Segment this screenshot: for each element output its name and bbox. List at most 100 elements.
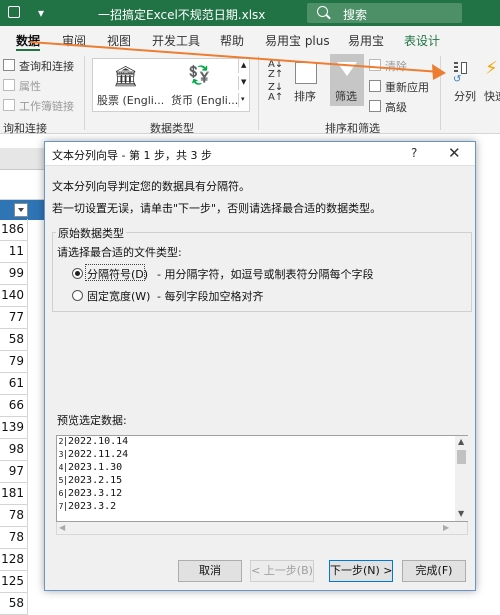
- scroll-left-icon[interactable]: ◀: [59, 523, 65, 532]
- advanced-button[interactable]: 高级: [385, 99, 407, 115]
- filter-icon: [337, 62, 357, 76]
- sheet-cell[interactable]: 66: [0, 395, 28, 417]
- group-label-datatypes: 数据类型: [150, 122, 194, 135]
- stocks-icon: 🏛: [113, 64, 139, 88]
- sheet-cell[interactable]: 77: [0, 307, 28, 329]
- search-box[interactable]: 搜索: [307, 3, 462, 23]
- filter-button[interactable]: 筛选: [335, 88, 357, 104]
- preview-line: 7 2023.3.2: [58, 501, 117, 512]
- sort-za-icon[interactable]: Z↓ A↑: [268, 83, 283, 103]
- cancel-button[interactable]: 取消: [178, 560, 242, 582]
- preview-line: 2 2022.10.14: [58, 436, 129, 447]
- autosave-icon[interactable]: [8, 6, 20, 18]
- gallery-up-icon[interactable]: ▲: [238, 59, 250, 73]
- search-icon: [317, 6, 328, 17]
- reapply-icon: [369, 80, 381, 92]
- dialog-title-bar: 文本分列向导 - 第 1 步，共 3 步 ? ✕: [45, 142, 475, 166]
- instruction-text: 若一切设置无误，请单击"下一步"，否则请选择最合适的数据类型。: [52, 202, 382, 215]
- label-fixed-width[interactable]: 固定宽度(W): [87, 288, 150, 304]
- sheet-column-header: [0, 148, 44, 170]
- sheet-cell[interactable]: 97: [0, 461, 28, 483]
- desc-fixed-width: - 每列字段加空格对齐: [157, 290, 264, 303]
- gallery-down-icon[interactable]: ▼: [238, 76, 250, 90]
- sort-az-icon[interactable]: A↓ Z↑: [268, 60, 283, 80]
- currency-button[interactable]: 货币 (Engli...: [171, 92, 238, 108]
- preview-label: 预览选定数据:: [57, 414, 127, 427]
- text-to-columns-button[interactable]: 分列: [454, 88, 476, 104]
- sheet-cell[interactable]: 128: [0, 549, 28, 571]
- sheet-cell[interactable]: 58: [0, 593, 28, 615]
- sheet-cell[interactable]: 79: [0, 351, 28, 373]
- window-title: 一招搞定Excel不规范日期.xlsx: [98, 8, 266, 22]
- desc-delimited: - 用分隔字符，如逗号或制表符分隔每个字段: [157, 268, 374, 281]
- sheet-cell[interactable]: 140: [0, 285, 28, 307]
- tab-data[interactable]: 数据: [16, 32, 41, 51]
- query-connect-icon: [3, 59, 15, 71]
- ribbon-tabs: 数据 审阅 视图 开发工具 帮助 易用宝 plus 易用宝 表设计: [0, 26, 500, 52]
- sheet-cell[interactable]: 139: [0, 417, 28, 439]
- sheet-cell[interactable]: 78: [0, 527, 28, 549]
- sheet-cell[interactable]: 58: [0, 329, 28, 351]
- currency-icon: 💱: [188, 65, 211, 86]
- properties-icon: [3, 79, 15, 91]
- workbook-links-button[interactable]: 工作簿链接: [19, 98, 74, 114]
- scroll-right-icon[interactable]: ▶: [443, 523, 449, 532]
- radio-delimited[interactable]: [72, 268, 83, 279]
- text-to-columns-icon: ↺: [452, 60, 470, 86]
- autofilter-dropdown-icon[interactable]: [14, 203, 28, 217]
- preview-line: 3 2022.11.24: [58, 449, 129, 460]
- text-to-columns-wizard: 文本分列向导 - 第 1 步，共 3 步 ? ✕ 文本分列向导判定您的数据具有分…: [44, 141, 476, 591]
- flash-fill-button[interactable]: 快速: [484, 88, 500, 104]
- dialog-title: 文本分列向导 - 第 1 步，共 3 步: [52, 149, 212, 162]
- tab-easyuse[interactable]: 易用宝: [348, 32, 384, 49]
- sheet-cell[interactable]: 61: [0, 373, 28, 395]
- gallery-more-icon[interactable]: ▾: [238, 93, 250, 107]
- clear-button[interactable]: 清除: [385, 58, 407, 74]
- sheet-cell[interactable]: 98: [0, 439, 28, 461]
- flash-fill-icon: ⚡: [485, 58, 498, 79]
- tab-help[interactable]: 帮助: [220, 32, 244, 49]
- radio-fixed-width[interactable]: [72, 290, 83, 301]
- preview-pane[interactable]: 2 2022.10.14 3 2022.11.24 4 2023.1.30 5 2023…: [56, 435, 468, 522]
- tab-easyuse-plus[interactable]: 易用宝 plus: [265, 32, 330, 49]
- sort-icon: [295, 62, 317, 84]
- scroll-up-icon[interactable]: ▲: [458, 437, 464, 446]
- group-label-query: 询和连接: [3, 122, 47, 135]
- group-label: 原始数据类型: [56, 225, 126, 241]
- query-connect-button[interactable]: 查询和连接: [19, 58, 74, 74]
- reapply-button[interactable]: 重新应用: [385, 79, 429, 95]
- sort-button[interactable]: 排序: [294, 88, 316, 104]
- preview-horizontal-scrollbar[interactable]: ◀ ▶: [56, 522, 468, 535]
- search-label: 搜索: [343, 8, 368, 22]
- next-button[interactable]: 下一步(N) >: [329, 560, 393, 582]
- preview-line: 6 2023.3.12: [58, 488, 123, 499]
- properties-button[interactable]: 属性: [19, 78, 41, 94]
- tab-developer[interactable]: 开发工具: [152, 32, 200, 49]
- sheet-cell[interactable]: 99: [0, 263, 28, 285]
- sheet-cell[interactable]: 186: [0, 219, 28, 241]
- tab-view[interactable]: 视图: [107, 32, 131, 49]
- label-delimited[interactable]: 分隔符号(D): [87, 266, 148, 282]
- sheet-cell[interactable]: 78: [0, 505, 28, 527]
- sheet-cell[interactable]: 125: [0, 571, 28, 593]
- scroll-down-icon[interactable]: ▼: [458, 509, 464, 518]
- finish-button[interactable]: 完成(F): [402, 560, 466, 582]
- help-button[interactable]: ?: [411, 146, 417, 160]
- stocks-button[interactable]: 股票 (Engli...: [97, 92, 164, 108]
- sheet-cell[interactable]: 11: [0, 241, 28, 263]
- back-button[interactable]: < 上一步(B): [250, 560, 314, 582]
- data-types-gallery: 🏛 股票 (Engli... 💱 货币 (Engli...: [92, 58, 250, 112]
- workbook-links-icon: [3, 99, 15, 111]
- preview-vertical-scrollbar[interactable]: ▲ ▼: [455, 436, 468, 521]
- intro-text: 文本分列向导判定您的数据具有分隔符。: [52, 180, 250, 193]
- choose-label: 请选择最合适的文件类型:: [57, 246, 182, 259]
- scroll-thumb[interactable]: [457, 450, 466, 464]
- quick-access-menu-icon[interactable]: ▾: [38, 6, 44, 20]
- close-icon[interactable]: ✕: [448, 144, 461, 162]
- sheet-cell[interactable]: 181: [0, 483, 28, 505]
- title-bar: ▾ 一招搞定Excel不规范日期.xlsx 搜索: [0, 0, 500, 26]
- tab-table-design[interactable]: 表设计: [404, 32, 440, 49]
- tab-review[interactable]: 审阅: [62, 32, 86, 49]
- sheet-blank-row: [0, 170, 44, 200]
- preview-line: 4 2023.1.30: [58, 462, 123, 473]
